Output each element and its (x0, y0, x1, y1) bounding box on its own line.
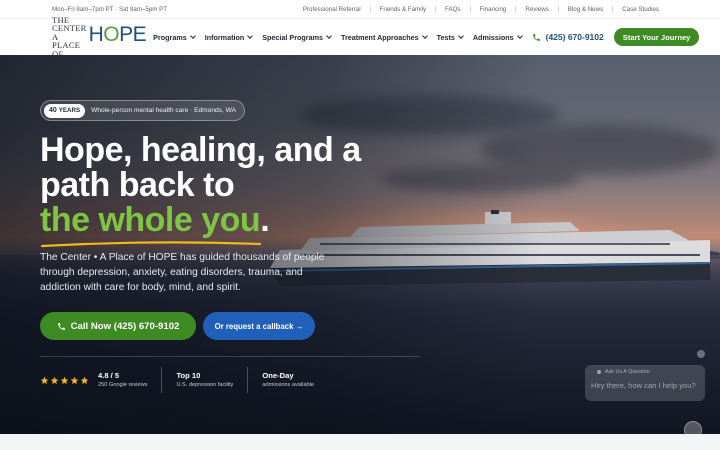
stat-value: Top 10 (176, 370, 201, 380)
stat-rating: 4.8 / 5 250 Google reviews (40, 367, 163, 393)
office-hours: Mon–Fri 8am–7pm PT · Sat 8am–5pm PT (52, 5, 168, 13)
headline-period: . (260, 201, 270, 239)
stat-ranking: Top 10 U.S. depression facility (176, 367, 249, 393)
stats-divider (40, 356, 420, 357)
nav-item-programs[interactable]: Programs (153, 32, 196, 42)
logo-h: H (88, 23, 104, 46)
primary-menu: Programs Information Special Programs Tr… (153, 33, 531, 42)
call-now-label: Call Now (425) 670-9102 (70, 320, 180, 332)
stat-caption: 250 Google reviews (98, 381, 148, 388)
utility-link-blog-news[interactable]: Blog & News (557, 5, 612, 13)
start-journey-button[interactable]: Start Your Journey (613, 28, 700, 46)
nav-item-information[interactable]: Information (204, 32, 254, 42)
chevron-down-icon (516, 33, 523, 39)
years-number: 40 (49, 107, 57, 114)
experience-badge: 40 YEARS Whole-person mental health care … (40, 100, 246, 121)
nav-item-label: Information (204, 32, 245, 42)
headline-highlight: the whole you (40, 201, 261, 239)
call-now-button[interactable]: Call Now (425) 670-9102 (40, 312, 196, 340)
nav-item-label: Tests (436, 32, 455, 42)
utility-link-professional-referral[interactable]: Professional Referral (294, 6, 370, 13)
stats-row: 4.8 / 5 250 Google reviews Top 10 U.S. d… (40, 367, 342, 393)
phone-icon (57, 322, 65, 330)
chat-close-button[interactable] (697, 350, 705, 358)
chevron-down-icon (189, 33, 196, 39)
stat-text: 4.8 / 5 250 Google reviews (98, 371, 147, 390)
star-icon (60, 376, 69, 384)
request-callback-button[interactable]: Or request a callback → (203, 312, 315, 340)
hero-intro-text: The Center • A Place of HOPE has guided … (40, 252, 325, 293)
stat-value: One-Day (262, 370, 294, 380)
next-section-edge (0, 434, 720, 450)
stat-value: 4.8 / 5 (98, 370, 120, 380)
headline-line-2: path back to (40, 166, 235, 204)
utility-links: Professional Referral Friends & Family F… (294, 5, 668, 13)
logo-pe: PE (119, 23, 147, 46)
nav-item-tests[interactable]: Tests (436, 32, 464, 42)
nav-item-label: Treatment Approaches (340, 32, 419, 42)
logo-text: THE CENTER A PLACE OF (52, 14, 87, 59)
header-phone-link[interactable]: (425) 670-9102 (532, 32, 604, 42)
main-nav: THE CENTER A PLACE OF HOPE Programs Info… (0, 15, 720, 58)
star-icon (70, 376, 79, 384)
chevron-down-icon (458, 33, 464, 39)
star-icon (40, 376, 49, 384)
nav-item-special-programs[interactable]: Special Programs (262, 32, 332, 42)
rating-stars (40, 376, 90, 385)
logo-hope-word: HOPE (89, 23, 147, 47)
nav-item-label: Programs (153, 32, 187, 42)
utility-link-faqs[interactable]: FAQs (435, 5, 469, 13)
years-pill: 40 YEARS (44, 103, 86, 118)
utility-bar: Mon–Fri 8am–7pm PT · Sat 8am–5pm PT Prof… (0, 0, 720, 18)
star-icon (80, 376, 89, 384)
chevron-down-icon (247, 33, 254, 39)
nav-item-admissions[interactable]: Admissions (472, 32, 523, 42)
utility-link-reviews[interactable]: Reviews (515, 5, 557, 13)
stat-text: Top 10 U.S. depression facility (176, 371, 233, 390)
years-unit: YEARS (58, 107, 81, 114)
chat-question-header: Ask Us A Question (591, 369, 699, 375)
nav-item-label: Admissions (472, 32, 514, 42)
headline-underline-swoosh (40, 241, 262, 248)
utility-link-friends-family[interactable]: Friends & Family (369, 5, 435, 13)
utility-link-case-studies[interactable]: Case Studies (612, 5, 668, 13)
logo-o: O (103, 23, 120, 46)
chat-greeting-box[interactable]: Ask Us A Question Hiry there, how can I … (585, 365, 705, 401)
chat-launcher-button[interactable] (684, 421, 702, 434)
site-logo[interactable]: THE CENTER A PLACE OF HOPE (52, 15, 147, 58)
hero-section: 40 YEARS Whole-person mental health care … (0, 55, 720, 434)
chevron-down-icon (421, 33, 428, 39)
nav-item-treatment-approaches[interactable]: Treatment Approaches (340, 32, 428, 42)
logo-line-1: THE CENTER (52, 14, 87, 34)
nav-item-label: Special Programs (262, 32, 323, 42)
chat-message: Hiry there, how can I help you? (591, 381, 696, 390)
stat-admissions: One-Day admissions available (262, 367, 328, 393)
star-icon (50, 376, 59, 384)
chevron-down-icon (326, 33, 332, 39)
utility-link-financing[interactable]: Financing (469, 5, 516, 13)
stat-caption: admissions available (262, 381, 314, 388)
badge-text: Whole-person mental health care · Edmond… (91, 107, 237, 114)
stat-text: One-Day admissions available (262, 371, 314, 390)
chat-icon (597, 370, 601, 374)
stat-caption: U.S. depression facility (176, 381, 234, 388)
headline-line-1: Hope, healing, and a (40, 131, 361, 169)
phone-icon (532, 33, 540, 41)
hero-headline: Hope, healing, and a path back to the wh… (40, 133, 420, 238)
chat-question-label: Ask Us A Question (605, 369, 650, 375)
header-phone-number: (425) 670-9102 (545, 32, 604, 42)
